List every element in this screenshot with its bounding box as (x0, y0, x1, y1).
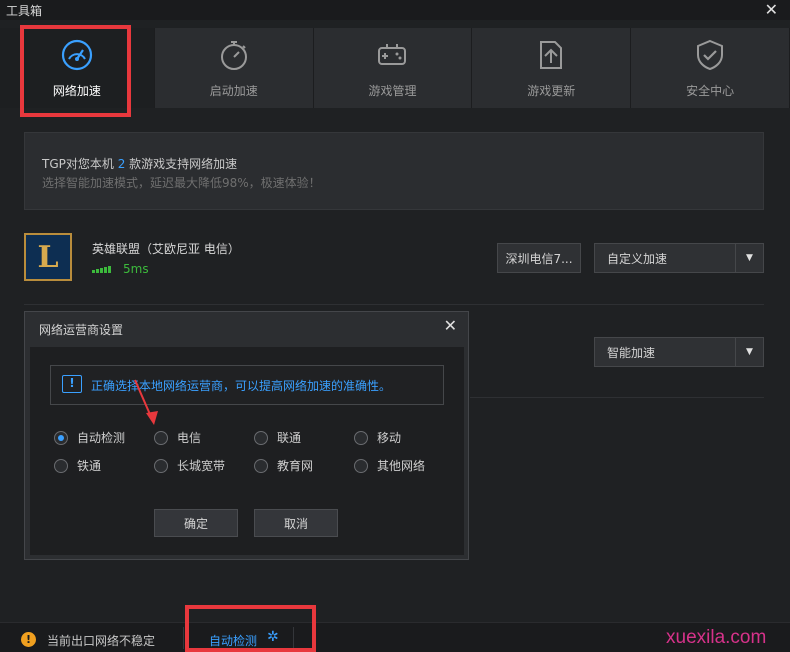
stopwatch-icon (220, 40, 247, 70)
tab-label: 游戏更新 (527, 83, 576, 98)
gamepad-icon (378, 43, 407, 65)
row-divider (470, 397, 764, 398)
upload-icon (540, 40, 563, 69)
radio-dot (154, 458, 168, 473)
banner-line1: TGP对您本机 2 款游戏支持网络加速 (42, 157, 238, 171)
dialog-body: ! 正确选择本地网络运营商，可以提高网络加速的准确性。 自动检测 电信 联通 移… (30, 347, 464, 555)
highlight-box-tab (20, 25, 131, 117)
radio-unicom[interactable]: 联通 (254, 429, 301, 446)
cancel-button[interactable]: 取消 (254, 509, 338, 537)
ping-value: 5ms (123, 262, 149, 276)
tab-label: 游戏管理 (368, 83, 417, 98)
isp-settings-dialog: 网络运营商设置 ✕ ! 正确选择本地网络运营商，可以提高网络加速的准确性。 自动… (24, 311, 469, 560)
annotation-arrow (134, 379, 158, 425)
title-bar: 工具箱 ✕ (0, 0, 790, 20)
tab-game-manage[interactable]: 游戏管理 (313, 28, 473, 108)
accel-mode-select-2[interactable]: 智能加速 ▼ (594, 337, 764, 367)
tab-game-update[interactable]: 游戏更新 (472, 28, 632, 108)
close-icon[interactable]: ✕ (444, 316, 457, 335)
lol-game-icon: L (24, 233, 72, 281)
radio-dot (254, 430, 268, 445)
notice-box: ! 正确选择本地网络运营商，可以提高网络加速的准确性。 (50, 365, 444, 405)
ping-indicator: 5ms (92, 262, 149, 276)
radio-other-network[interactable]: 其他网络 (354, 457, 425, 474)
radio-auto-detect[interactable]: 自动检测 (54, 429, 125, 446)
tab-label: 启动加速 (209, 83, 258, 98)
radio-dot (354, 430, 368, 445)
banner-line2: 选择智能加速模式，延迟最大降低98%，极速体验！ (42, 176, 321, 190)
window-title: 工具箱 (6, 4, 43, 18)
game-name: 英雄联盟（艾欧尼亚 电信） (92, 242, 240, 256)
close-icon[interactable]: ✕ (765, 0, 778, 19)
chevron-down-icon: ▼ (735, 338, 763, 366)
ok-button[interactable]: 确定 (154, 509, 238, 537)
watermark: xuexila.com (666, 627, 767, 648)
radio-dot (254, 458, 268, 473)
tab-security-center[interactable]: 安全中心 (631, 28, 790, 108)
highlight-box-status (185, 605, 316, 652)
tab-label: 安全中心 (686, 83, 735, 98)
info-banner: TGP对您本机 2 款游戏支持网络加速 选择智能加速模式，延迟最大降低98%，极… (24, 132, 764, 210)
tab-launch-accel[interactable]: 启动加速 (154, 28, 314, 108)
status-separator (183, 627, 184, 649)
radio-dot (54, 458, 68, 473)
radio-mobile[interactable]: 移动 (354, 429, 401, 446)
server-select-button[interactable]: 深圳电信7... (497, 243, 581, 273)
signal-bars-icon (92, 265, 111, 273)
chevron-down-icon: ▼ (735, 244, 763, 272)
accel-mode-select[interactable]: 自定义加速 ▼ (594, 243, 764, 273)
radio-tietong[interactable]: 铁通 (54, 457, 101, 474)
info-icon: ! (62, 375, 82, 393)
shield-check-icon (697, 39, 724, 70)
warning-icon: ! (21, 632, 36, 647)
radio-great-wall[interactable]: 长城宽带 (154, 457, 225, 474)
radio-dot (54, 430, 68, 445)
network-warning-text: 当前出口网络不稳定 (47, 634, 156, 648)
radio-dot (354, 458, 368, 473)
radio-education-net[interactable]: 教育网 (254, 457, 313, 474)
dialog-title: 网络运营商设置 (39, 323, 124, 337)
row-divider (24, 304, 764, 305)
